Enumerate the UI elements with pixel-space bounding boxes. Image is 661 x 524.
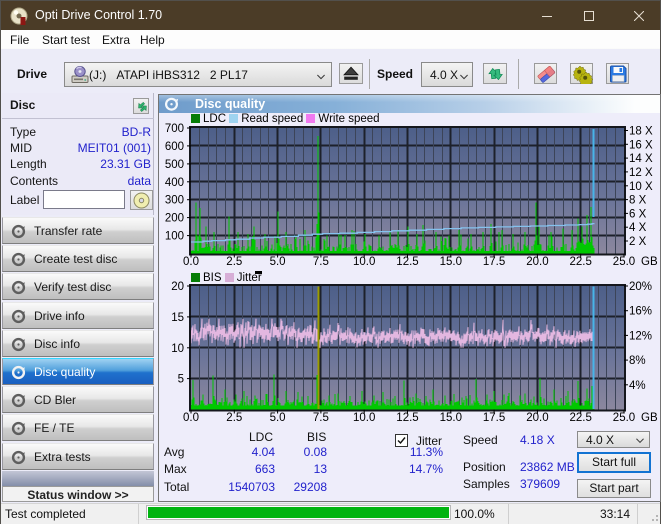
svg-text:17.5: 17.5: [483, 412, 505, 424]
svg-text:GB: GB: [641, 256, 658, 268]
svg-text:17.5: 17.5: [483, 256, 505, 268]
svg-text:600: 600: [165, 141, 184, 153]
svg-text:20.0: 20.0: [526, 412, 548, 424]
svg-text:25.0: 25.0: [613, 412, 635, 424]
svg-text:400: 400: [165, 177, 184, 189]
svg-text:4%: 4%: [629, 380, 646, 392]
svg-text:2 X: 2 X: [629, 236, 647, 248]
svg-text:500: 500: [165, 159, 184, 171]
svg-text:5.0: 5.0: [270, 256, 286, 268]
svg-text:20: 20: [171, 281, 184, 293]
svg-text:6 X: 6 X: [629, 208, 647, 220]
svg-text:10.0: 10.0: [353, 256, 375, 268]
svg-text:300: 300: [165, 195, 184, 207]
svg-text:22.5: 22.5: [570, 256, 592, 268]
svg-text:0.0: 0.0: [183, 412, 199, 424]
svg-text:4 X: 4 X: [629, 222, 647, 234]
svg-text:16%: 16%: [629, 306, 652, 318]
svg-text:12.5: 12.5: [396, 256, 418, 268]
svg-text:12 X: 12 X: [629, 167, 653, 179]
svg-text:20.0: 20.0: [526, 256, 548, 268]
svg-text:18 X: 18 X: [629, 126, 653, 138]
svg-text:14 X: 14 X: [629, 153, 653, 165]
svg-text:7.5: 7.5: [313, 256, 329, 268]
svg-text:25.0: 25.0: [613, 256, 635, 268]
svg-text:100: 100: [165, 231, 184, 243]
svg-text:10.0: 10.0: [353, 412, 375, 424]
svg-text:12%: 12%: [629, 330, 652, 342]
svg-text:5: 5: [178, 374, 184, 386]
svg-text:22.5: 22.5: [570, 412, 592, 424]
svg-text:15: 15: [171, 312, 184, 324]
svg-text:12.5: 12.5: [396, 412, 418, 424]
svg-text:2.5: 2.5: [226, 412, 242, 424]
svg-text:8%: 8%: [629, 355, 646, 367]
svg-text:2.5: 2.5: [226, 256, 242, 268]
svg-text:0.0: 0.0: [183, 256, 199, 268]
svg-text:15.0: 15.0: [440, 256, 462, 268]
svg-text:10: 10: [171, 343, 184, 355]
svg-text:7.5: 7.5: [313, 412, 329, 424]
svg-text:10 X: 10 X: [629, 181, 653, 193]
svg-text:700: 700: [165, 123, 184, 135]
svg-text:20%: 20%: [629, 281, 652, 293]
svg-text:8 X: 8 X: [629, 195, 647, 207]
svg-text:16 X: 16 X: [629, 139, 653, 151]
svg-text:GB: GB: [641, 412, 658, 424]
svg-text:200: 200: [165, 213, 184, 225]
svg-text:15.0: 15.0: [440, 412, 462, 424]
svg-text:5.0: 5.0: [270, 412, 286, 424]
